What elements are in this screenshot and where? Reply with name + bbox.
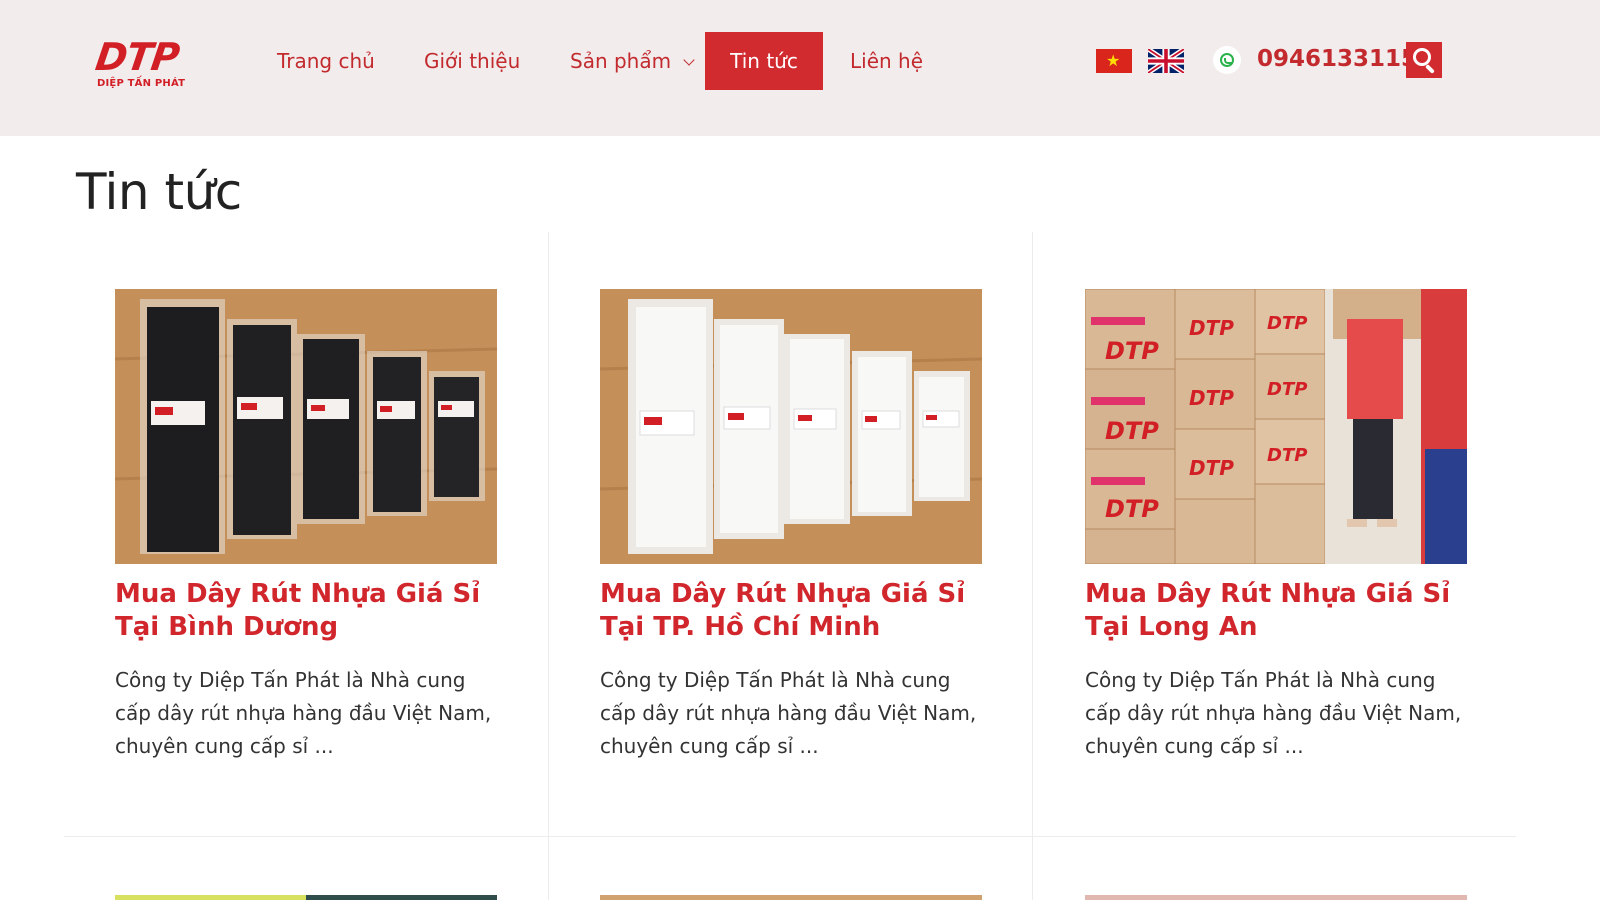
svg-text:DTP: DTP [1189, 316, 1234, 340]
post-thumbnail-partial[interactable] [115, 895, 497, 900]
nav-item-products-label: Sản phẩm [570, 49, 672, 73]
site-header: DTP DIỆP TẤN PHÁT Trang chủ Giới thiệu S… [0, 0, 1600, 136]
post-excerpt: Công ty Diệp Tấn Phát là Nhà cung cấp dâ… [115, 668, 492, 758]
post-title[interactable]: Mua Dây Rút Nhựa Giá Sỉ Tại Long An [1085, 578, 1467, 642]
search-icon [1413, 48, 1431, 66]
chevron-down-icon [683, 54, 695, 66]
svg-text:DTP: DTP [1267, 313, 1307, 334]
svg-text:DTP: DTP [1189, 386, 1234, 410]
uk-flag-graphic [1148, 49, 1184, 73]
nav-item-products[interactable]: Sản phẩm [570, 32, 695, 90]
svg-text:DTP: DTP [1105, 337, 1159, 365]
post-excerpt: Công ty Diệp Tấn Phát là Nhà cung cấp dâ… [1085, 668, 1462, 758]
phone-number[interactable]: 0946133115 [1257, 44, 1417, 74]
logo-subtitle: DIỆP TẤN PHÁT [97, 78, 186, 89]
post-title[interactable]: Mua Dây Rút Nhựa Giá Sỉ Tại Bình Dương [115, 578, 497, 642]
svg-text:DTP: DTP [1105, 495, 1159, 523]
post-card: DTP DTP DTP DTP DTP DTP DTP DTP DTP Mua … [1085, 289, 1467, 763]
svg-text:DTP: DTP [1189, 456, 1234, 480]
svg-text:DTP: DTP [1267, 379, 1307, 400]
row-divider [64, 836, 1516, 837]
vietnam-flag-icon[interactable]: ★ [1096, 49, 1132, 73]
page-title: Tin tức [76, 163, 242, 221]
black-cable-ties-photo[interactable] [115, 289, 497, 564]
svg-text:DTP: DTP [1105, 417, 1159, 445]
post-excerpt: Công ty Diệp Tấn Phát là Nhà cung cấp dâ… [600, 668, 977, 758]
logo-mark: DTP [92, 35, 182, 79]
nav-item-contact[interactable]: Liên hệ [850, 32, 923, 90]
post-thumbnail-partial[interactable] [1085, 895, 1467, 900]
flag-star-icon: ★ [1106, 51, 1121, 70]
post-card: Mua Dây Rút Nhựa Giá Sỉ Tại TP. Hồ Chí M… [600, 289, 982, 763]
nav-item-about[interactable]: Giới thiệu [424, 32, 520, 90]
column-divider [1032, 232, 1033, 900]
warehouse-boxes-photo[interactable]: DTP DTP DTP DTP DTP DTP DTP DTP DTP [1085, 289, 1467, 564]
site-logo[interactable]: DTP DIỆP TẤN PHÁT [92, 35, 188, 89]
column-divider [548, 232, 549, 900]
search-button[interactable] [1406, 42, 1442, 78]
post-card: Mua Dây Rút Nhựa Giá Sỉ Tại Bình Dương C… [115, 289, 497, 763]
uk-flag-icon[interactable] [1148, 49, 1184, 73]
nav-item-news[interactable]: Tin tức [705, 32, 823, 90]
post-thumbnail-partial[interactable] [600, 895, 982, 900]
white-cable-ties-photo[interactable] [600, 289, 982, 564]
phone-icon[interactable] [1213, 46, 1241, 74]
post-title[interactable]: Mua Dây Rút Nhựa Giá Sỉ Tại TP. Hồ Chí M… [600, 578, 982, 642]
nav-item-home[interactable]: Trang chủ [277, 32, 375, 90]
svg-text:DTP: DTP [1267, 445, 1307, 466]
